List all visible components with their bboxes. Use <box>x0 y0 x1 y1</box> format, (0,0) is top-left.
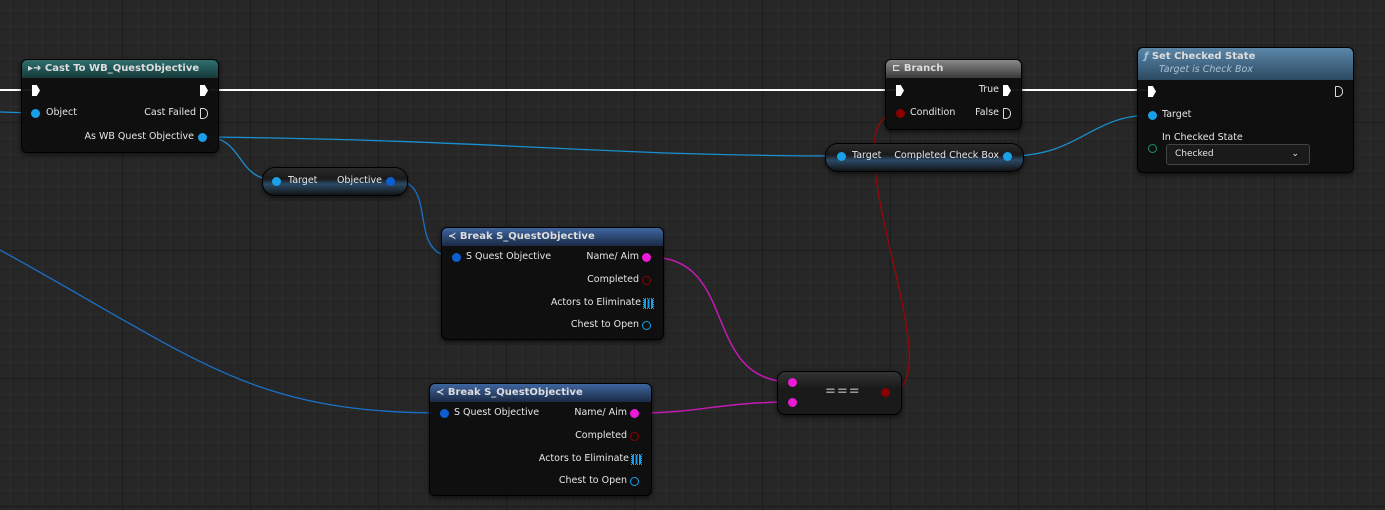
break-node-header: ≺ Break S_QuestObjective <box>442 228 663 246</box>
object-wire <box>204 136 842 157</box>
set-checked-header: ƒ Set Checked State Target is Check Box <box>1138 48 1353 80</box>
objective-label: Objective <box>336 175 382 186</box>
branch-icon: ⊏ <box>892 63 904 74</box>
branch-node[interactable]: ⊏ Branch True Condition False <box>885 59 1022 130</box>
target-label: Target <box>852 150 882 161</box>
name-aim-pin[interactable] <box>630 409 639 418</box>
array-icon[interactable] <box>643 298 654 309</box>
set-checked-state-node[interactable]: ƒ Set Checked State Target is Check Box … <box>1137 47 1354 173</box>
actors-to-eliminate-label: Actors to Eliminate <box>538 453 629 464</box>
cast-node[interactable]: ▸➜ Cast To WB_QuestObjective Object Cast… <box>21 59 219 153</box>
completed-checkbox-label: Completed Check Box <box>894 150 999 161</box>
break-struct-node[interactable]: ≺ Break S_QuestObjective S Quest Objecti… <box>441 227 664 340</box>
struct-wire <box>0 249 444 414</box>
completed-label: Completed <box>575 430 627 441</box>
exec-in-pin[interactable] <box>32 85 40 96</box>
target-pin[interactable] <box>272 177 281 186</box>
equal-node[interactable]: === <box>777 371 902 415</box>
result-pin[interactable] <box>881 388 890 397</box>
exec-in-pin[interactable] <box>1148 86 1156 97</box>
as-wb-label: As WB Quest Objective <box>84 131 194 142</box>
true-label: True <box>978 84 999 95</box>
cast-icon: ▸➜ <box>28 63 45 74</box>
function-icon: ƒ <box>1144 51 1152 62</box>
actors-to-eliminate-label: Actors to Eliminate <box>550 297 641 308</box>
chevron-down-icon: ⌄ <box>1291 149 1299 159</box>
condition-pin[interactable] <box>896 109 905 118</box>
exec-in-pin[interactable] <box>896 85 904 96</box>
name-aim-pin[interactable] <box>642 253 651 262</box>
cast-node-header: ▸➜ Cast To WB_QuestObjective <box>22 60 218 78</box>
struct-input-pin[interactable] <box>452 253 461 262</box>
input-b-pin[interactable] <box>788 398 797 407</box>
object-wire <box>1009 114 1153 157</box>
objective-pin[interactable] <box>386 177 395 186</box>
struct-input-label: S Quest Objective <box>466 251 552 262</box>
break-struct-node[interactable]: ≺ Break S_QuestObjective S Quest Objecti… <box>429 383 652 496</box>
target-pin[interactable] <box>837 152 846 161</box>
struct-input-label: S Quest Objective <box>454 407 540 418</box>
chest-to-open-pin[interactable] <box>630 477 639 486</box>
exec-out-pin[interactable] <box>200 85 208 96</box>
in-checked-state-pin[interactable] <box>1148 144 1157 153</box>
get-checkbox-node[interactable]: Target Completed Check Box <box>825 143 1024 172</box>
exec-out-pin[interactable] <box>1335 86 1343 97</box>
false-label: False <box>975 107 999 118</box>
chest-to-open-pin[interactable] <box>642 321 651 330</box>
branch-node-header: ⊏ Branch <box>886 60 1021 78</box>
as-wb-pin[interactable] <box>198 133 207 142</box>
string-wire <box>649 256 793 383</box>
false-pin[interactable] <box>1003 108 1011 119</box>
break-node-header: ≺ Break S_QuestObjective <box>430 384 651 402</box>
break-icon: ≺ <box>436 387 448 398</box>
set-checked-subtitle: Target is Check Box <box>1159 64 1253 75</box>
input-a-pin[interactable] <box>788 378 797 387</box>
string-wire <box>637 401 793 414</box>
checked-state-dropdown[interactable]: Checked ⌄ <box>1166 144 1310 165</box>
equal-label: === <box>825 384 861 399</box>
get-objective-node[interactable]: Target Objective <box>262 167 408 196</box>
struct-input-pin[interactable] <box>440 409 449 418</box>
completed-label: Completed <box>587 274 639 285</box>
object-pin[interactable] <box>31 109 40 118</box>
cast-failed-label: Cast Failed <box>144 107 196 118</box>
completed-pin[interactable] <box>630 432 639 441</box>
condition-label: Condition <box>910 107 956 118</box>
chest-to-open-label: Chest to Open <box>570 319 639 330</box>
completed-pin[interactable] <box>642 276 651 285</box>
in-checked-state-label: In Checked State <box>1162 132 1243 143</box>
target-label: Target <box>288 175 318 186</box>
true-pin[interactable] <box>1003 85 1011 96</box>
target-label: Target <box>1162 109 1192 120</box>
completed-checkbox-pin[interactable] <box>1003 152 1012 161</box>
name-aim-label: Name/ Aim <box>586 251 639 262</box>
break-icon: ≺ <box>448 231 460 242</box>
array-icon[interactable] <box>631 454 642 465</box>
object-label: Object <box>46 107 77 118</box>
cast-failed-pin[interactable] <box>200 108 208 119</box>
name-aim-label: Name/ Aim <box>574 407 627 418</box>
target-pin[interactable] <box>1148 111 1157 120</box>
chest-to-open-label: Chest to Open <box>558 475 627 486</box>
